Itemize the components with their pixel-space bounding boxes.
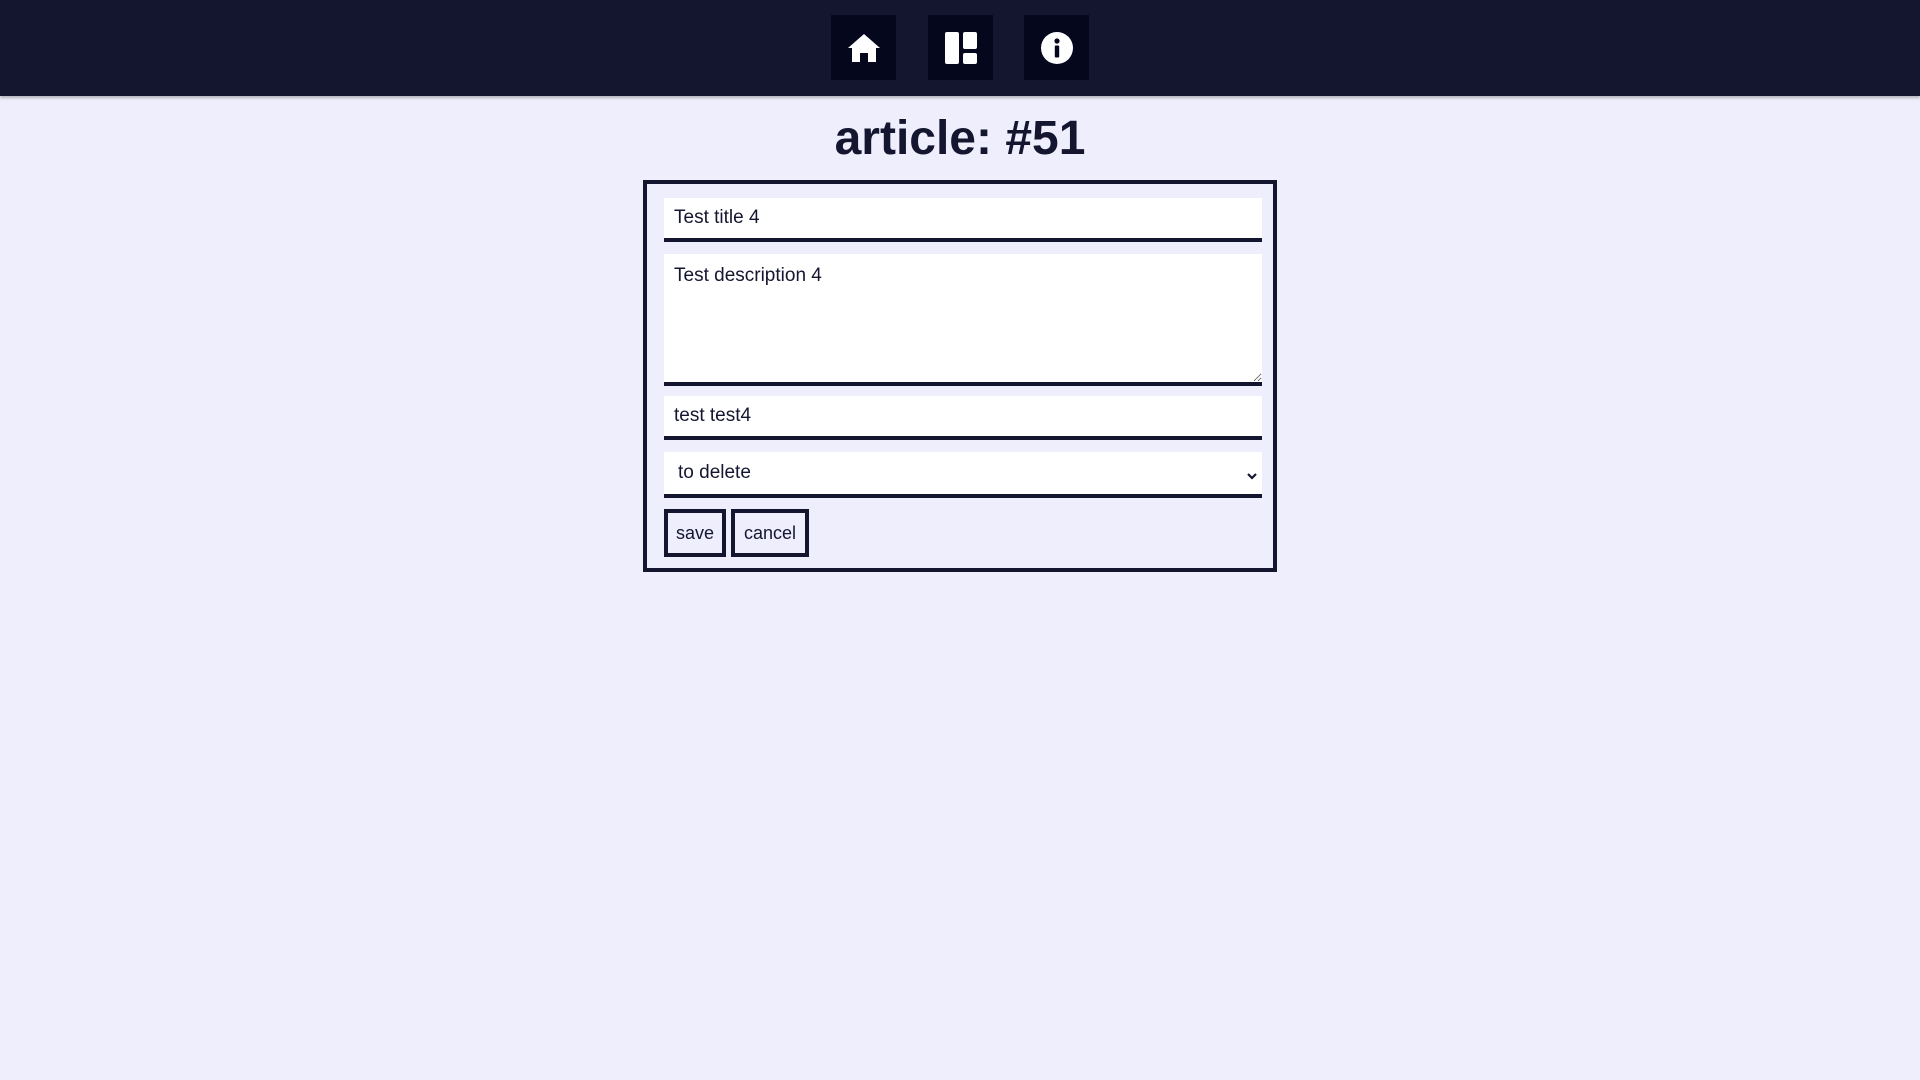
page-title: article: #51 — [834, 112, 1086, 165]
save-button[interactable]: save — [664, 509, 726, 557]
status-select[interactable]: to delete — [664, 452, 1262, 498]
dashboard-icon — [944, 31, 977, 64]
article-edit-form: Test description 4 to delete save cancel — [643, 180, 1277, 572]
nav-info-button[interactable] — [1024, 15, 1089, 80]
info-icon — [1040, 31, 1073, 64]
nav-dashboard-button[interactable] — [928, 15, 993, 80]
status-selected-value: to delete — [678, 462, 751, 483]
home-icon — [847, 33, 881, 63]
cancel-button[interactable]: cancel — [731, 509, 809, 557]
nav-home-button[interactable] — [831, 15, 896, 80]
top-navigation-bar — [0, 0, 1920, 96]
tags-input[interactable] — [664, 396, 1262, 440]
description-textarea[interactable]: Test description 4 — [664, 254, 1262, 386]
chevron-down-icon — [1246, 468, 1258, 486]
title-input[interactable] — [664, 198, 1262, 242]
